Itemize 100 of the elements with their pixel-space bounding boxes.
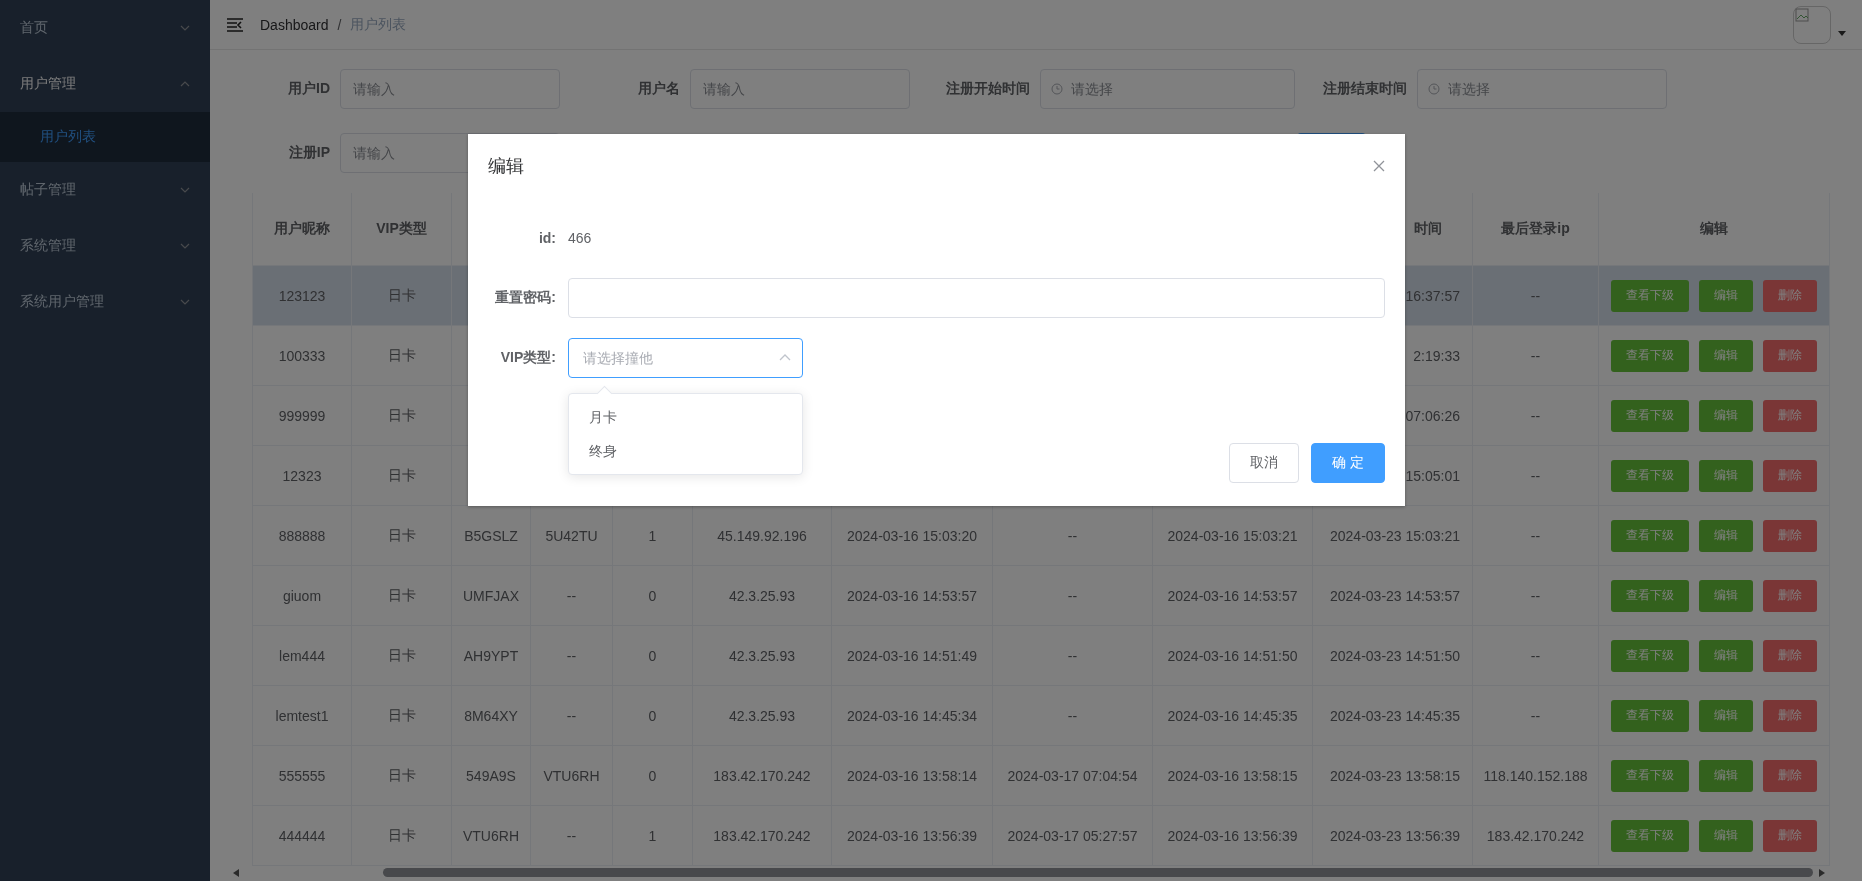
table-cell: giuom (282, 587, 322, 604)
table-cell: 2024-03-23 14:51:50 (1330, 647, 1460, 664)
row-action-button[interactable]: 编辑 (1699, 339, 1753, 372)
table-row[interactable]: 444444 日卡 VTU6RH -- 1 183.42.170.242 2024-03-16 13:56:39 2024-03-17 05:27:57 2024-03-16 13:56:39 2024-03-23 13:56:39 183.42.170.242 查看下级 编辑 删除 (253, 806, 1830, 866)
close-icon[interactable] (1373, 160, 1385, 172)
table-cell: -- (1530, 527, 1541, 544)
scroll-right-icon[interactable] (1819, 868, 1825, 877)
sidebar-menu-item[interactable]: 系统管理 (0, 218, 210, 274)
row-action-button[interactable]: 删除 (1763, 519, 1817, 552)
row-action-button[interactable]: 编辑 (1699, 639, 1753, 672)
table-cell: 0 (648, 767, 657, 784)
table-cell: -- (1530, 287, 1541, 304)
table-cell: 2024-03-16 14:51:49 (847, 647, 977, 664)
table-cell: B5GSLZ (464, 527, 518, 544)
sidebar-menu-item[interactable]: 用户管理 (0, 56, 210, 112)
row-action-button[interactable]: 删除 (1763, 579, 1817, 612)
table-cell: 1 (648, 527, 657, 544)
table-cell: -- (566, 707, 577, 724)
row-action-button[interactable]: 编辑 (1699, 819, 1753, 852)
table-cell: 15:05:01 (1405, 467, 1460, 484)
id-value: 466 (568, 230, 592, 246)
row-action-button[interactable]: 查看下级 (1611, 759, 1689, 792)
table-cell: 07:06:26 (1405, 407, 1460, 424)
row-action-button[interactable]: 删除 (1763, 399, 1817, 432)
row-action-button[interactable]: 编辑 (1699, 459, 1753, 492)
dialog-button[interactable]: 取消 (1229, 443, 1300, 483)
table-cell: 2024-03-17 05:27:57 (1007, 827, 1138, 844)
table-cell: -- (1067, 527, 1078, 544)
table-cell: 0 (648, 707, 657, 724)
chevron-icon (180, 299, 190, 305)
table-cell: lemtest1 (275, 707, 329, 724)
row-action-button[interactable]: 查看下级 (1611, 399, 1689, 432)
sidebar-menu-item[interactable]: 首页 (0, 0, 210, 56)
column-header: VIP类型 (376, 220, 427, 238)
row-action-button[interactable]: 删除 (1763, 279, 1817, 312)
row-action-button[interactable]: 查看下级 (1611, 639, 1689, 672)
filter-label: 用户名 (637, 80, 681, 98)
row-action-button[interactable]: 编辑 (1699, 579, 1753, 612)
table-cell: 2024-03-16 13:56:39 (1167, 827, 1298, 844)
sidebar-submenu-item[interactable]: 用户列表 (0, 112, 210, 162)
row-action-button[interactable]: 删除 (1763, 699, 1817, 732)
filter-input[interactable]: 请输入 (690, 69, 910, 109)
chevron-icon (180, 25, 190, 31)
table-cell: -- (1530, 647, 1541, 664)
row-action-button[interactable]: 查看下级 (1611, 579, 1689, 612)
table-cell: -- (566, 647, 577, 664)
sidebar-menu-item[interactable]: 帖子管理 (0, 162, 210, 218)
table-cell: 42.3.25.93 (728, 647, 796, 664)
password-input[interactable] (568, 278, 1385, 318)
row-action-button[interactable]: 编辑 (1699, 699, 1753, 732)
vip-select[interactable]: 请选择撞他 (568, 338, 803, 378)
row-action-button[interactable]: 编辑 (1699, 279, 1753, 312)
row-action-button[interactable]: 删除 (1763, 459, 1817, 492)
table-cell: 123123 (278, 287, 326, 304)
table-cell: VTU6RH (543, 767, 600, 784)
table-cell: VTU6RH (463, 827, 519, 844)
table-cell: -- (566, 827, 577, 844)
table-cell: AH9YPT (463, 647, 519, 664)
table-cell: -- (1530, 467, 1541, 484)
table-cell: 2024-03-16 15:03:21 (1167, 527, 1298, 544)
table-cell: 日卡 (387, 346, 416, 365)
column-header: 用户昵称 (274, 220, 330, 238)
row-action-button[interactable]: 查看下级 (1611, 819, 1689, 852)
row-action-button[interactable]: 编辑 (1699, 399, 1753, 432)
menu-icon[interactable] (227, 17, 243, 32)
row-action-button[interactable]: 查看下级 (1611, 459, 1689, 492)
table-row[interactable]: 555555 日卡 549A9S VTU6RH 0 183.42.170.242 2024-03-16 13:58:14 2024-03-17 07:04:54 2024-03-16 13:58:15 2024-03-23 13:58:15 118.140.152.188 查看下级 编辑 删除 (253, 746, 1830, 806)
dialog-button[interactable]: 确 定 (1311, 443, 1385, 483)
table-cell: 日卡 (387, 826, 416, 845)
table-cell: 8M64XY (464, 707, 518, 724)
table-row[interactable]: giuom 日卡 UMFJAX -- 0 42.3.25.93 2024-03-16 14:53:57 -- 2024-03-16 14:53:57 2024-03-23 14:53:57 -- 查看下级 编辑 删除 (253, 566, 1830, 626)
row-action-button[interactable]: 删除 (1763, 759, 1817, 792)
chevron-icon (180, 81, 190, 87)
form-label: VIP类型: (499, 349, 557, 367)
table-cell: 999999 (278, 407, 326, 424)
caret-icon[interactable] (1838, 31, 1846, 36)
row-action-button[interactable]: 查看下级 (1611, 519, 1689, 552)
filter-input[interactable]: 请输入 (340, 69, 560, 109)
table-cell: -- (566, 587, 577, 604)
table-cell: 42.3.25.93 (728, 707, 796, 724)
scroll-left-icon[interactable] (233, 868, 239, 877)
row-action-button[interactable]: 删除 (1763, 819, 1817, 852)
select-option[interactable]: 月卡 (569, 400, 802, 434)
row-action-button[interactable]: 删除 (1763, 639, 1817, 672)
row-action-button[interactable]: 查看下级 (1611, 699, 1689, 732)
row-action-button[interactable]: 编辑 (1699, 519, 1753, 552)
table-cell: 日卡 (387, 706, 416, 725)
table-row[interactable]: lem444 日卡 AH9YPT -- 0 42.3.25.93 2024-03-16 14:51:49 -- 2024-03-16 14:51:50 2024-03-23 14:51:50 -- 查看下级 编辑 删除 (253, 626, 1830, 686)
breadcrumb-item[interactable]: Dashboard (260, 16, 329, 33)
select-option[interactable]: 终身 (569, 434, 802, 468)
breadcrumb-separator: / (337, 16, 342, 33)
table-row[interactable]: lemtest1 日卡 8M64XY -- 0 42.3.25.93 2024-03-16 14:45:34 -- 2024-03-16 14:45:35 2024-03-23 14:45:35 -- 查看下级 编辑 删除 (253, 686, 1830, 746)
row-action-button[interactable]: 编辑 (1699, 759, 1753, 792)
row-action-button[interactable]: 删除 (1763, 339, 1817, 372)
table-cell: -- (1067, 647, 1078, 664)
row-action-button[interactable]: 查看下级 (1611, 339, 1689, 372)
table-cell: 2024-03-16 14:53:57 (1167, 587, 1298, 604)
sidebar-menu-item[interactable]: 系统用户管理 (0, 274, 210, 330)
table-cell: 2024-03-23 15:03:21 (1330, 527, 1460, 544)
row-action-button[interactable]: 查看下级 (1611, 279, 1689, 312)
